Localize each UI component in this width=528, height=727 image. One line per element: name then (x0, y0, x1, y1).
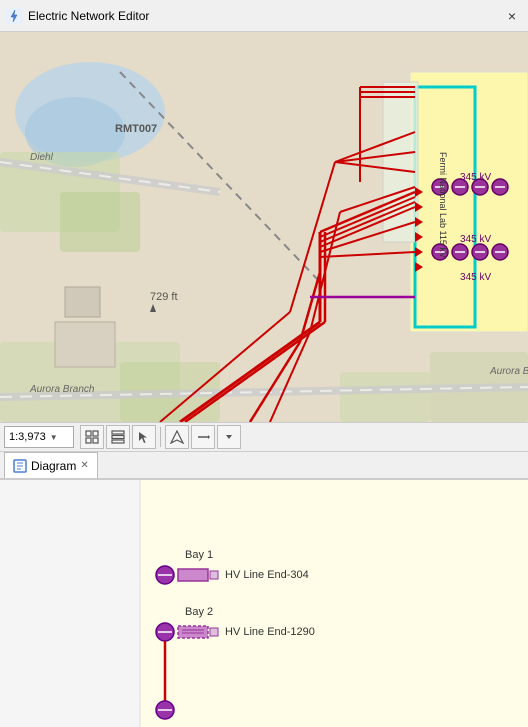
dropdown-button[interactable] (217, 425, 241, 449)
title-bar: Electric Network Editor × (0, 0, 528, 32)
svg-text:Aurora Branch: Aurora Branch (29, 384, 95, 395)
tab-diagram-label: Diagram (31, 459, 76, 473)
svg-text:RMT007: RMT007 (115, 123, 157, 135)
diagram-svg: Bay 1 HV Line End-304 Bay 2 HV Line End-… (0, 480, 528, 727)
nav-icon (170, 430, 184, 444)
svg-text:Bay 2: Bay 2 (185, 606, 213, 618)
window-title: Electric Network Editor (28, 9, 496, 23)
svg-text:Fermi National Lab 115 kV: Fermi National Lab 115 kV (438, 152, 448, 258)
tab-close-button[interactable]: ✕ (80, 460, 88, 471)
map-area[interactable]: 345 kV 345 kV 345 kV Fermi National Lab … (0, 32, 528, 422)
select-button[interactable] (132, 425, 156, 449)
map-svg: 345 kV 345 kV 345 kV Fermi National Lab … (0, 32, 528, 422)
chevron-down-icon (224, 432, 234, 442)
grid-button[interactable] (80, 425, 104, 449)
svg-text:HV Line End-1290: HV Line End-1290 (225, 626, 315, 638)
svg-text:345 kV: 345 kV (460, 234, 491, 245)
svg-text:Aurora B...: Aurora B... (489, 366, 528, 377)
close-button[interactable]: × (502, 6, 522, 26)
arrow-icon (196, 430, 210, 444)
svg-text:HV Line End-304: HV Line End-304 (225, 569, 309, 581)
svg-text:Diehl: Diehl (30, 152, 54, 163)
diagram-area[interactable]: Bay 1 HV Line End-304 Bay 2 HV Line End-… (0, 480, 528, 727)
toolbar: 1:3,973 ▼ (0, 422, 528, 452)
svg-text:345 kV: 345 kV (460, 272, 491, 283)
app-icon (6, 8, 22, 24)
svg-text:729 ft: 729 ft (150, 291, 178, 303)
select-icon (137, 430, 151, 444)
toolbar-separator (160, 427, 161, 447)
scale-dropdown-arrow: ▼ (50, 433, 58, 442)
scale-selector[interactable]: 1:3,973 ▼ (4, 426, 74, 448)
arrow-button[interactable] (191, 425, 215, 449)
diagram-tab-icon (13, 459, 27, 473)
tab-bar: Diagram ✕ (0, 452, 528, 480)
layer-icon (111, 430, 125, 444)
layer-button[interactable] (106, 425, 130, 449)
scale-value: 1:3,973 (9, 431, 46, 443)
svg-text:Bay 1: Bay 1 (185, 549, 213, 561)
tab-diagram[interactable]: Diagram ✕ (4, 452, 98, 478)
nav-button[interactable] (165, 425, 189, 449)
grid-icon (85, 430, 99, 444)
svg-text:345 kV: 345 kV (460, 172, 491, 183)
